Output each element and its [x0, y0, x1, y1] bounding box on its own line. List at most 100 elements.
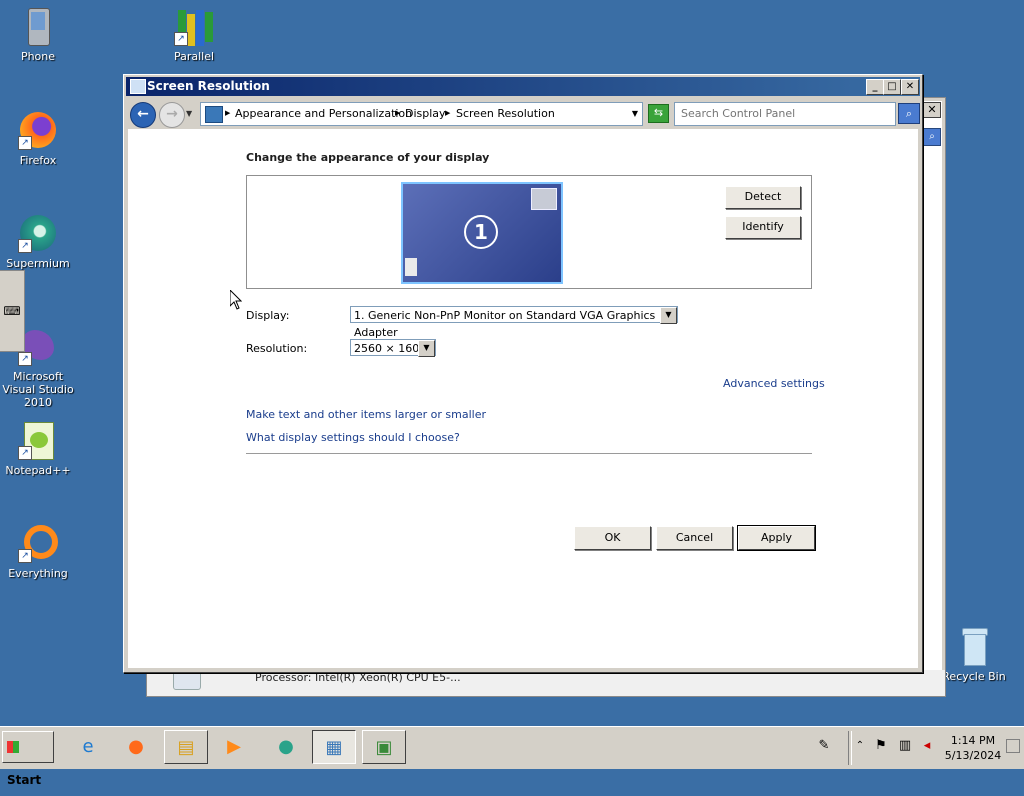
chevron-right-icon[interactable]: ▶	[395, 109, 400, 117]
phone-icon	[18, 6, 58, 46]
display-help-link[interactable]: What display settings should I choose?	[246, 431, 460, 444]
refresh-button[interactable]: ⇆	[648, 104, 669, 123]
close-button[interactable]: ✕	[901, 79, 919, 95]
desktop-icon-label: Notepad++	[5, 464, 71, 477]
minimize-button[interactable]: _	[866, 79, 884, 95]
desktop-icon-label: Microsoft Visual Studio 2010	[2, 370, 74, 409]
resolution-select-value: 2560 × 1600	[354, 342, 427, 355]
breadcrumb-appearance[interactable]: Appearance and Personalization	[235, 107, 412, 120]
file-explorer-icon[interactable]: ▤	[164, 730, 208, 764]
cursor-arrow-icon	[229, 288, 243, 310]
desktop-icon-label: Recycle Bin	[942, 670, 1006, 683]
monitor-number: 1	[464, 215, 498, 249]
breadcrumb[interactable]: ▶ Appearance and Personalization ▶ Displ…	[200, 102, 643, 126]
desktop-icon-everything[interactable]: ↗ Everything	[0, 523, 78, 580]
control-panel-taskbar-icon[interactable]: ▦	[312, 730, 356, 764]
title-bar[interactable]: Screen Resolution _ □ ✕	[126, 77, 920, 96]
chevron-right-icon[interactable]: ▶	[225, 109, 230, 117]
shortcut-arrow-icon: ↗	[18, 352, 32, 366]
identify-button[interactable]: Identify	[725, 216, 801, 239]
media-player-icon[interactable]: ▶	[212, 730, 256, 764]
show-hidden-icons-chevron-icon[interactable]: ⌃	[852, 738, 868, 754]
shortcut-arrow-icon: ↗	[18, 136, 32, 150]
firefox-taskbar-icon[interactable]: ●	[114, 730, 158, 764]
start-button[interactable]: Start	[2, 731, 54, 787]
advanced-settings-link[interactable]: Advanced settings	[723, 377, 825, 390]
chevron-down-icon[interactable]: ▼	[418, 340, 435, 357]
window-thumbnail-icon	[531, 188, 557, 210]
control-panel-icon	[205, 106, 223, 123]
breadcrumb-screen-resolution[interactable]: Screen Resolution	[456, 107, 555, 120]
apply-button[interactable]: Apply	[737, 525, 816, 551]
shortcut-arrow-icon: ↗	[18, 549, 32, 563]
desktop-icon-label: Phone	[20, 50, 56, 63]
volume-muted-icon[interactable]: ◂	[919, 738, 935, 754]
recent-pages-dropdown[interactable]: ▼	[186, 109, 192, 118]
desktop-icon-label: Supermium	[6, 257, 70, 270]
address-bar: ← → ▼ ▶ Appearance and Personalization ▶…	[128, 101, 920, 128]
text-size-link[interactable]: Make text and other items larger or smal…	[246, 408, 486, 421]
monitor-1-tile[interactable]: 1	[401, 182, 563, 284]
desktop-icon-label: Parallel	[173, 50, 215, 63]
chevron-down-icon[interactable]: ▼	[632, 109, 638, 118]
parallel-icon: ↗	[174, 6, 214, 46]
maximize-button[interactable]: □	[883, 79, 901, 95]
close-icon[interactable]: ✕	[923, 102, 941, 118]
windows-logo-icon	[7, 741, 19, 753]
shortcut-arrow-icon: ↗	[174, 32, 188, 46]
desktop-icon-label: Everything	[8, 567, 68, 580]
show-desktop-button[interactable]	[1006, 739, 1020, 753]
shortcut-arrow-icon: ↗	[18, 239, 32, 253]
search-input[interactable]	[675, 103, 895, 123]
taskbar-thumbnail-icon	[405, 258, 417, 276]
ok-button[interactable]: OK	[574, 526, 651, 550]
supermium-taskbar-icon[interactable]: ●	[264, 730, 308, 764]
display-label: Display:	[246, 309, 290, 322]
keyboard-icon[interactable]: ⌨	[0, 270, 25, 352]
pen-input-icon[interactable]: ✎	[816, 738, 832, 754]
display-settings-taskbar-icon[interactable]: ▣	[362, 730, 406, 764]
desktop-icon-supermium[interactable]: ↗ Supermium	[0, 213, 78, 270]
network-icon[interactable]: ▥	[897, 738, 913, 754]
chevron-right-icon[interactable]: ▶	[445, 109, 450, 117]
display-icon	[130, 79, 146, 94]
divider	[246, 453, 812, 454]
cancel-button[interactable]: Cancel	[656, 526, 733, 550]
clock-date: 5/13/2024	[944, 749, 1002, 762]
breadcrumb-display[interactable]: Display	[405, 107, 446, 120]
detect-button[interactable]: Detect	[725, 186, 801, 209]
forward-button[interactable]: →	[159, 102, 185, 128]
clock-time: 1:14 PM	[950, 734, 996, 747]
desktop-icon-recycle-bin[interactable]: Recycle Bin	[934, 626, 1014, 683]
desktop-icon-label: Firefox	[19, 154, 57, 167]
desktop-icon-notepadpp[interactable]: ↗ Notepad++	[0, 420, 78, 477]
firefox-icon: ↗	[18, 110, 58, 150]
desktop-icon-firefox[interactable]: ↗ Firefox	[0, 110, 78, 167]
start-label: Start	[7, 773, 42, 787]
display-select-value: 1. Generic Non-PnP Monitor on Standard V…	[354, 309, 656, 339]
screen-resolution-window[interactable]: Screen Resolution _ □ ✕ ← → ▼ ▶ Appearan…	[123, 74, 923, 673]
action-center-flag-icon[interactable]: ⚑	[873, 738, 889, 754]
content-pane: Change the appearance of your display 1 …	[128, 129, 918, 668]
resolution-select[interactable]: 2560 × 1600 ▼	[350, 339, 436, 357]
internet-explorer-icon[interactable]: e	[66, 730, 110, 764]
desktop-icon-parallel[interactable]: ↗ Parallel	[154, 6, 234, 63]
recycle-bin-icon	[954, 626, 994, 666]
back-button[interactable]: ←	[130, 102, 156, 128]
search-icon[interactable]: ⌕	[898, 103, 920, 124]
monitor-preview: 1 Detect Identify	[246, 175, 812, 289]
search-field[interactable]	[674, 102, 896, 126]
page-heading: Change the appearance of your display	[246, 151, 490, 164]
notepadpp-icon: ↗	[18, 420, 58, 460]
shortcut-arrow-icon: ↗	[18, 446, 32, 460]
display-select[interactable]: 1. Generic Non-PnP Monitor on Standard V…	[350, 306, 678, 339]
resolution-label: Resolution:	[246, 342, 308, 355]
system-clock[interactable]: 1:14 PM 5/13/2024	[940, 733, 1006, 763]
supermium-icon: ↗	[18, 213, 58, 253]
window-title: Screen Resolution	[147, 79, 270, 93]
search-icon[interactable]: ⌕	[923, 128, 941, 146]
desktop-icon-phone[interactable]: Phone	[0, 6, 78, 63]
taskbar: Start e ● ▤ ▶ ● ▦ ▣ ✎ ⌃ ⚑ ▥ ◂ 1:14 PM 5/…	[0, 726, 1024, 787]
chevron-down-icon[interactable]: ▼	[660, 307, 677, 324]
everything-icon: ↗	[18, 523, 58, 563]
